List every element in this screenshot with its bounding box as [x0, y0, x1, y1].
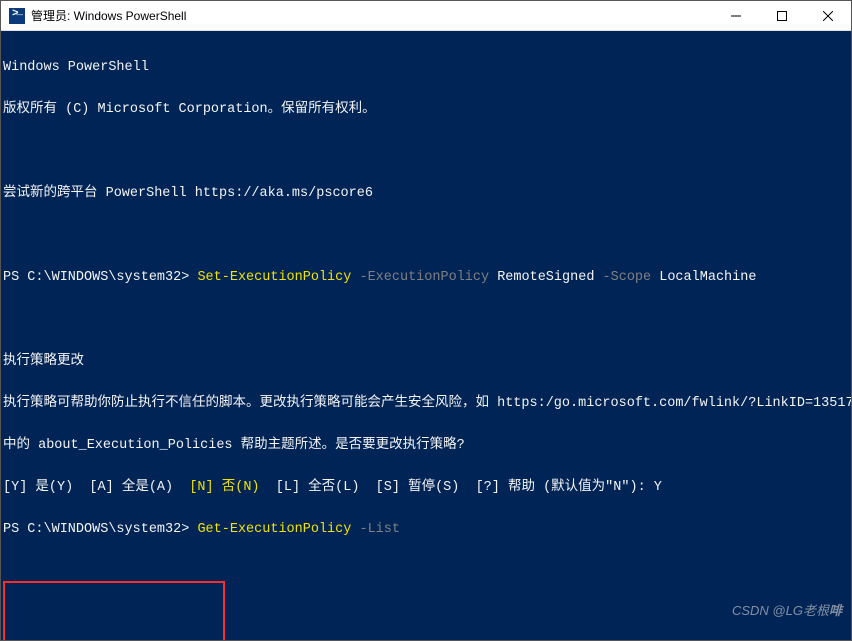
blank-line [3, 145, 849, 159]
cmdlet: Get-ExecutionPolicy [197, 522, 351, 537]
window-title: 管理员: Windows PowerShell [31, 7, 713, 24]
param-flag: -Scope [594, 270, 659, 285]
command-line-1: PS C:\WINDOWS\system32> Set-ExecutionPol… [3, 271, 849, 285]
cmdlet: Set-ExecutionPolicy [197, 270, 351, 285]
choice-options: [Y] 是(Y) [A] 全是(A) [3, 480, 189, 495]
try-new-line: 尝试新的跨平台 PowerShell https://aka.ms/pscore… [3, 187, 849, 201]
policy-change-body: 中的 about_Execution_Policies 帮助主题所述。是否要更改… [3, 439, 849, 453]
watermark: CSDN @LG老根啡 [710, 590, 841, 632]
blank-line [7, 613, 221, 627]
policy-change-title: 执行策略更改 [3, 355, 849, 369]
prompt: PS C:\WINDOWS\system32> [3, 270, 197, 285]
param-value: LocalMachine [659, 270, 756, 285]
policy-change-body: 执行策略可帮助你防止执行不信任的脚本。更改执行策略可能会产生安全风险，如 htt… [3, 397, 849, 411]
close-button[interactable] [805, 1, 851, 30]
param-value: RemoteSigned [497, 270, 594, 285]
prompt: PS C:\WINDOWS\system32> [3, 522, 197, 537]
header-line: Windows PowerShell [3, 61, 849, 75]
window-controls [713, 1, 851, 30]
choice-options: [L] 全否(L) [S] 暂停(S) [?] 帮助 (默认值为"N"): [260, 480, 654, 495]
result-highlight-box: Scope ExecutionPolicy MachinePolicy Unde… [3, 581, 225, 640]
param-flag: -List [351, 522, 400, 537]
maximize-button[interactable] [759, 1, 805, 30]
user-answer: Y [654, 480, 662, 495]
param-flag: -ExecutionPolicy [351, 270, 497, 285]
powershell-icon [9, 8, 25, 24]
watermark-logo-icon: 啡 [829, 604, 841, 618]
titlebar[interactable]: 管理员: Windows PowerShell [1, 1, 851, 31]
command-line-2: PS C:\WINDOWS\system32> Get-ExecutionPol… [3, 523, 849, 537]
choice-prompt: [Y] 是(Y) [A] 全是(A) [N] 否(N) [L] 全否(L) [S… [3, 481, 849, 495]
blank-line [3, 313, 849, 327]
terminal-area[interactable]: Windows PowerShell 版权所有 (C) Microsoft Co… [1, 31, 851, 640]
blank-line [3, 229, 849, 243]
powershell-window: 管理员: Windows PowerShell Windows PowerShe… [0, 0, 852, 641]
copyright-line: 版权所有 (C) Microsoft Corporation。保留所有权利。 [3, 103, 849, 117]
choice-default: [N] 否(N) [189, 480, 259, 495]
minimize-button[interactable] [713, 1, 759, 30]
